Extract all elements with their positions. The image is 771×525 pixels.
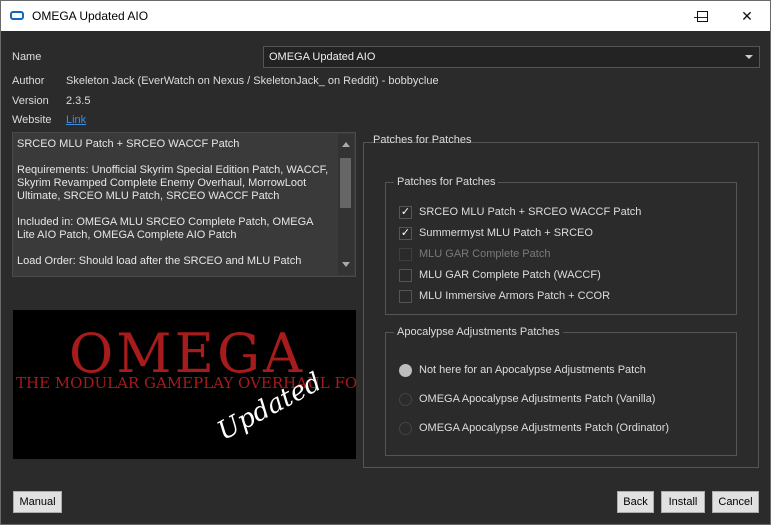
description-text: SRCEO MLU Patch + SRCEO WACCF Patch Requ…	[17, 138, 329, 267]
mod-banner-image: OMEGA THE MODULAR GAMEPLAY OVERHAUL FOR …	[13, 310, 356, 459]
back-button[interactable]: Back	[617, 491, 654, 513]
window-title: OMEGA Updated AIO	[32, 9, 149, 23]
author-label: Author	[12, 75, 45, 87]
option-label: Summermyst MLU Patch + SRCEO	[419, 227, 593, 239]
scroll-down-arrow-icon[interactable]	[342, 262, 350, 267]
option-label: MLU GAR Complete Patch	[419, 248, 551, 260]
website-link[interactable]: Link	[66, 114, 86, 126]
scrollbar-thumb[interactable]	[340, 158, 351, 208]
check-icon: ✓	[400, 206, 411, 218]
website-label: Website	[12, 114, 52, 126]
chevron-down-icon	[745, 55, 753, 59]
maximize-icon	[696, 11, 708, 22]
install-button[interactable]: Install	[661, 491, 705, 513]
page-title: Patches for Patches	[373, 134, 472, 146]
app-icon	[10, 11, 24, 20]
group-title: Patches for Patches	[394, 176, 499, 188]
name-value: OMEGA Updated AIO	[269, 51, 376, 63]
name-label: Name	[12, 51, 42, 63]
installer-window: OMEGA Updated AIO — ✕ Name OMEGA Updated…	[0, 0, 771, 525]
scroll-up-arrow-icon[interactable]	[342, 142, 350, 147]
checkbox[interactable]	[399, 290, 412, 303]
checkbox[interactable]: ✓	[399, 206, 412, 219]
radio-button[interactable]	[399, 393, 412, 406]
option-label: Not here for an Apocalypse Adjustments P…	[419, 364, 646, 376]
group-title: Apocalypse Adjustments Patches	[394, 326, 563, 338]
maximize-button[interactable]	[679, 1, 725, 31]
radio-button[interactable]	[399, 364, 412, 377]
option-label: MLU GAR Complete Patch (WACCF)	[419, 269, 601, 281]
radio-button[interactable]	[399, 422, 412, 435]
option-label: SRCEO MLU Patch + SRCEO WACCF Patch	[419, 206, 642, 218]
description-scrollbar[interactable]	[338, 134, 354, 275]
manual-button[interactable]: Manual	[13, 491, 62, 513]
option-label: OMEGA Apocalypse Adjustments Patch (Ordi…	[419, 422, 670, 434]
version-value: 2.3.5	[66, 95, 91, 107]
close-button[interactable]: ✕	[724, 1, 770, 31]
title-bar[interactable]: OMEGA Updated AIO — ✕	[1, 1, 770, 31]
check-icon: ✓	[400, 227, 411, 239]
checkbox	[399, 248, 412, 261]
description-box[interactable]: SRCEO MLU Patch + SRCEO WACCF Patch Requ…	[12, 132, 356, 277]
checkbox[interactable]	[399, 269, 412, 282]
checkbox[interactable]: ✓	[399, 227, 412, 240]
version-label: Version	[12, 95, 49, 107]
cancel-button[interactable]: Cancel	[712, 491, 759, 513]
option-label: MLU Immersive Armors Patch + CCOR	[419, 290, 611, 302]
option-label: OMEGA Apocalypse Adjustments Patch (Vani…	[419, 393, 656, 405]
name-combobox[interactable]: OMEGA Updated AIO	[263, 46, 760, 68]
author-value: Skeleton Jack (EverWatch on Nexus / Skel…	[66, 75, 439, 87]
